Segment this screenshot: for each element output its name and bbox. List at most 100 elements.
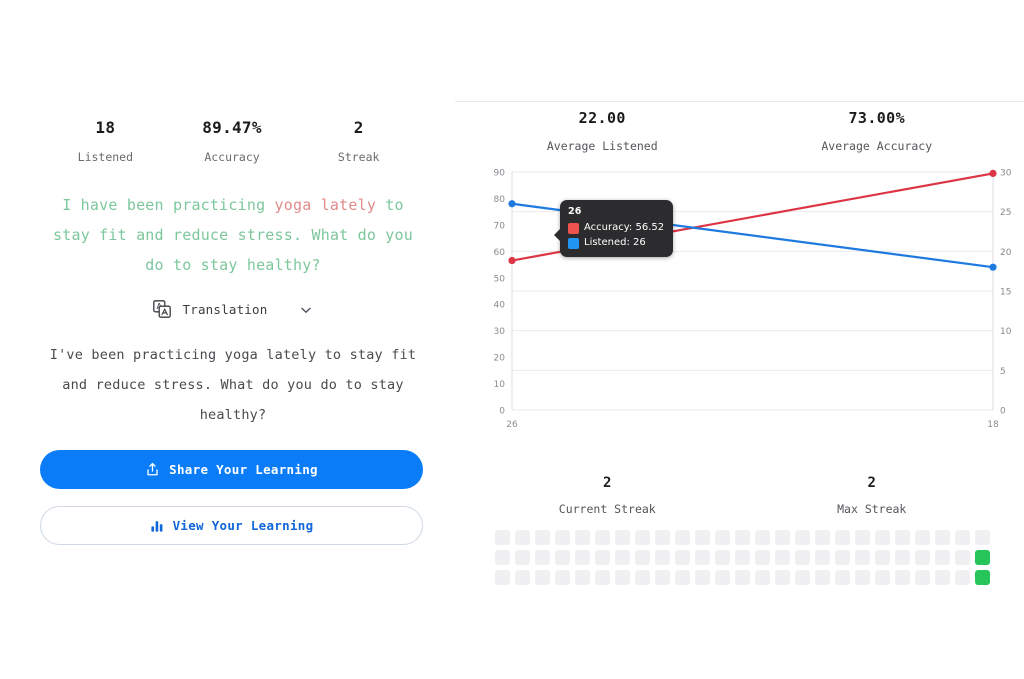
heatmap-cell[interactable]	[635, 570, 650, 585]
heatmap-cell[interactable]	[775, 530, 790, 545]
heatmap-cell[interactable]	[635, 530, 650, 545]
view-your-learning-button[interactable]: View Your Learning	[40, 506, 423, 545]
max-streak: 2 Max Streak	[740, 474, 1005, 516]
svg-text:60: 60	[494, 248, 506, 258]
translation-toggle[interactable]: A Translation	[42, 300, 424, 318]
heatmap-cell[interactable]	[655, 570, 670, 585]
heatmap-cell[interactable]	[515, 550, 530, 565]
heatmap-cell[interactable]	[775, 570, 790, 585]
stat-listened-label: Listened	[77, 150, 134, 164]
heatmap-cell[interactable]	[675, 530, 690, 545]
heatmap-cell[interactable]	[695, 570, 710, 585]
heatmap-cell[interactable]	[735, 570, 750, 585]
heatmap-cell[interactable]	[975, 570, 990, 585]
svg-text:50: 50	[494, 274, 506, 284]
heatmap-cell[interactable]	[735, 550, 750, 565]
heatmap-cell[interactable]	[575, 550, 590, 565]
heatmap-cell[interactable]	[575, 530, 590, 545]
heatmap-cell[interactable]	[975, 550, 990, 565]
heatmap-cell[interactable]	[855, 530, 870, 545]
heatmap-cell[interactable]	[815, 570, 830, 585]
heatmap-cell[interactable]	[915, 530, 930, 545]
heatmap-cell[interactable]	[875, 550, 890, 565]
chart-tooltip: 26 Accuracy: 56.52 Listened: 26	[553, 200, 674, 257]
heatmap-cell[interactable]	[735, 530, 750, 545]
progress-line-chart[interactable]: 90 80 70 60 50 40 30 20 10 0 30 25 20 15 10 5 0 26 18 26 A…	[485, 160, 1024, 435]
heatmap-cell[interactable]	[495, 550, 510, 565]
heatmap-cell[interactable]	[675, 550, 690, 565]
chevron-down-icon[interactable]	[299, 302, 313, 316]
heatmap-cell[interactable]	[495, 570, 510, 585]
heatmap-cell[interactable]	[515, 570, 530, 585]
heatmap-cell[interactable]	[955, 530, 970, 545]
heatmap-cell[interactable]	[595, 550, 610, 565]
heatmap-cell[interactable]	[535, 550, 550, 565]
heatmap-cell[interactable]	[655, 530, 670, 545]
heatmap-cell[interactable]	[675, 570, 690, 585]
heatmap-cell[interactable]	[835, 530, 850, 545]
heatmap-cell[interactable]	[915, 550, 930, 565]
heatmap-cell[interactable]	[555, 530, 570, 545]
heatmap-cell[interactable]	[795, 530, 810, 545]
heatmap-cell[interactable]	[955, 570, 970, 585]
heatmap-cell[interactable]	[795, 550, 810, 565]
heatmap-cell[interactable]	[875, 530, 890, 545]
heatmap-cell[interactable]	[555, 550, 570, 565]
heatmap-cell[interactable]	[615, 570, 630, 585]
heatmap-cell[interactable]	[955, 550, 970, 565]
stat-listened: 18 Listened	[42, 118, 169, 164]
heatmap-cell[interactable]	[615, 530, 630, 545]
heatmap-cell[interactable]	[875, 570, 890, 585]
heatmap-cell[interactable]	[895, 570, 910, 585]
heatmap-cell[interactable]	[855, 570, 870, 585]
heatmap-cell[interactable]	[695, 530, 710, 545]
heatmap-cell[interactable]	[575, 570, 590, 585]
heatmap-cell[interactable]	[755, 570, 770, 585]
heatmap-cell[interactable]	[655, 550, 670, 565]
svg-text:90: 90	[494, 169, 506, 179]
translate-icon: A	[152, 300, 171, 318]
heatmap-cell[interactable]	[595, 570, 610, 585]
heatmap-cell[interactable]	[695, 550, 710, 565]
heatmap-cell[interactable]	[815, 550, 830, 565]
heatmap-cell[interactable]	[795, 570, 810, 585]
heatmap-cell[interactable]	[935, 570, 950, 585]
tooltip-row-listened: Listened: 26	[568, 236, 664, 250]
heatmap-cell[interactable]	[935, 530, 950, 545]
heatmap-cell[interactable]	[755, 530, 770, 545]
translation-label: Translation	[182, 301, 268, 317]
heatmap-cell[interactable]	[895, 550, 910, 565]
heatmap-cell[interactable]	[775, 550, 790, 565]
heatmap-cell[interactable]	[595, 530, 610, 545]
heatmap-cell[interactable]	[715, 570, 730, 585]
svg-text:10: 10	[494, 380, 506, 390]
panel-divider	[455, 101, 1024, 102]
heatmap-cell[interactable]	[495, 530, 510, 545]
heatmap-cell[interactable]	[915, 570, 930, 585]
heatmap-cell[interactable]	[535, 570, 550, 585]
stat-listened-value: 18	[95, 118, 116, 137]
heatmap-cell[interactable]	[555, 570, 570, 585]
heatmap-cell[interactable]	[615, 550, 630, 565]
heatmap-cell[interactable]	[895, 530, 910, 545]
heatmap-cell[interactable]	[635, 550, 650, 565]
heatmap-cell[interactable]	[935, 550, 950, 565]
heatmap-cell[interactable]	[975, 530, 990, 545]
heatmap-cell[interactable]	[755, 550, 770, 565]
svg-text:20: 20	[494, 354, 506, 364]
share-your-learning-button[interactable]: Share Your Learning	[40, 450, 423, 489]
heatmap-cell[interactable]	[855, 550, 870, 565]
svg-text:26: 26	[506, 420, 518, 430]
activity-heatmap[interactable]	[495, 530, 990, 585]
heatmap-cell[interactable]	[835, 550, 850, 565]
average-listened-value: 22.00	[578, 109, 626, 127]
tooltip-label-listened: Listened: 26	[584, 237, 646, 248]
heatmap-cell[interactable]	[515, 530, 530, 545]
svg-text:10: 10	[1000, 327, 1012, 337]
heatmap-cell[interactable]	[715, 530, 730, 545]
heatmap-cell[interactable]	[835, 570, 850, 585]
average-accuracy-label: Average Accuracy	[821, 139, 933, 153]
heatmap-cell[interactable]	[535, 530, 550, 545]
heatmap-cell[interactable]	[815, 530, 830, 545]
heatmap-cell[interactable]	[715, 550, 730, 565]
